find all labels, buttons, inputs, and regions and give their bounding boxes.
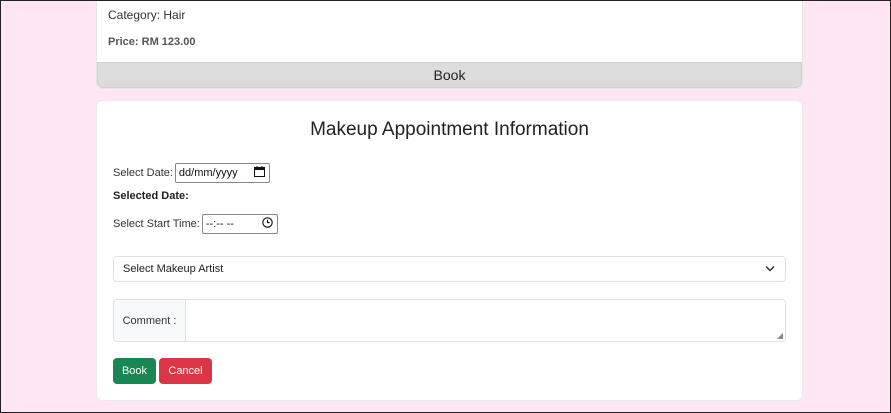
cancel-button[interactable]: Cancel xyxy=(159,358,212,384)
calendar-icon[interactable] xyxy=(253,166,265,180)
comment-textarea[interactable]: ◢ xyxy=(186,300,785,341)
date-input[interactable]: dd/mm/yyyy xyxy=(174,163,270,183)
selected-date-label: Selected Date: xyxy=(113,190,189,202)
time-row: Select Start Time: --:-- -- xyxy=(113,214,278,234)
makeup-artist-select[interactable]: Select Makeup Artist xyxy=(113,256,786,282)
date-label: Select Date: xyxy=(113,167,173,179)
book-service-button[interactable]: Book xyxy=(97,62,802,88)
resize-handle-icon[interactable]: ◢ xyxy=(777,331,783,340)
date-row: Select Date: dd/mm/yyyy xyxy=(113,163,270,183)
service-card: Category: Hair Price: RM 123.00 Book xyxy=(96,0,803,89)
appointment-card: Makeup Appointment Information Select Da… xyxy=(96,100,803,401)
form-title: Makeup Appointment Information xyxy=(310,119,589,140)
book-button[interactable]: Book xyxy=(113,358,156,384)
service-category: Category: Hair xyxy=(108,8,186,22)
start-time-input[interactable]: --:-- -- xyxy=(201,214,278,234)
clock-icon[interactable] xyxy=(262,217,273,231)
date-value: dd/mm/yyyy xyxy=(178,167,238,179)
time-value: --:-- -- xyxy=(205,218,234,230)
comment-group: Comment : ◢ xyxy=(113,299,786,342)
service-price: Price: RM 123.00 xyxy=(108,36,196,48)
artist-select-value: Select Makeup Artist xyxy=(123,263,224,275)
comment-label: Comment : xyxy=(114,300,186,341)
time-label: Select Start Time: xyxy=(113,218,200,230)
chevron-down-icon xyxy=(765,263,775,275)
